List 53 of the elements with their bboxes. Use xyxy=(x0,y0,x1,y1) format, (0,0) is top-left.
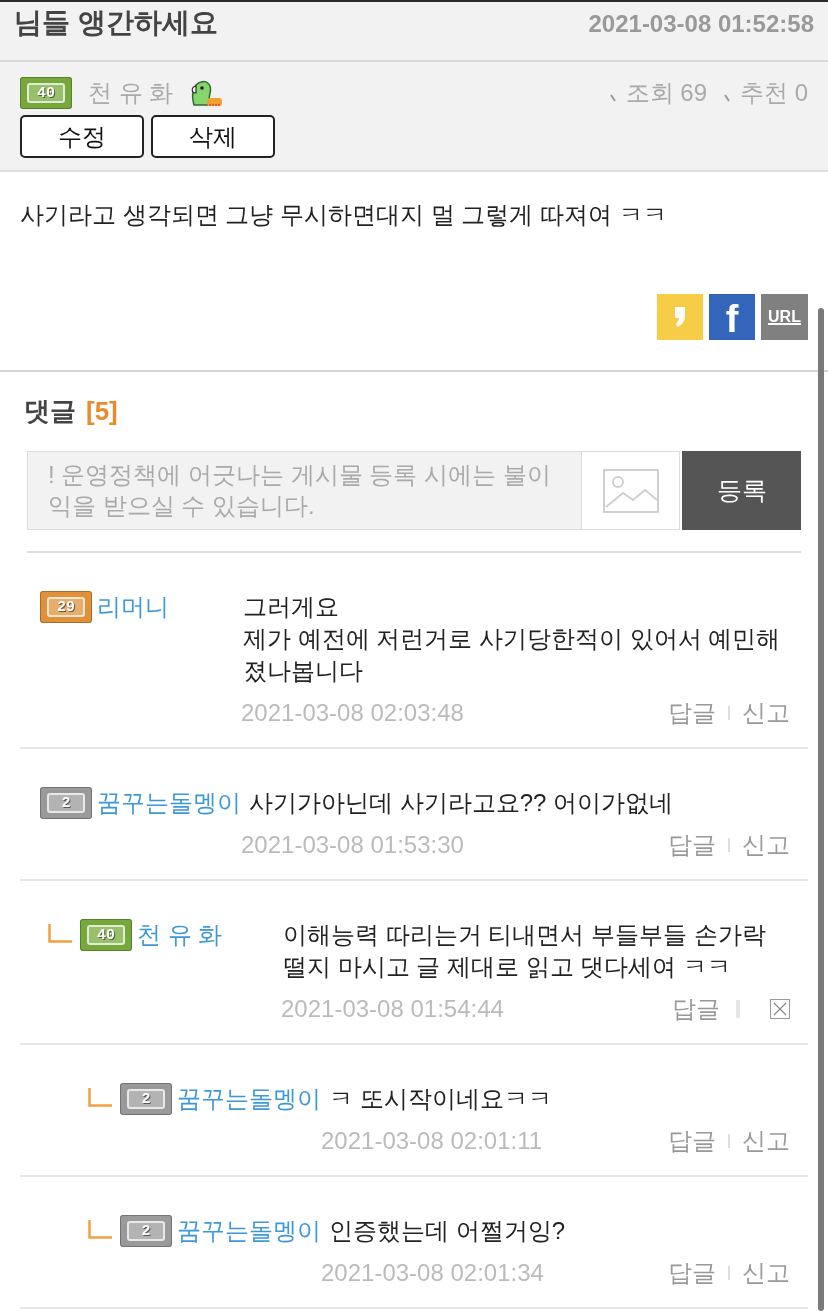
image-icon xyxy=(602,468,659,513)
author-name[interactable]: 천 유 화 xyxy=(137,919,223,951)
comment-input[interactable]: ! 운영정책에 어긋나는 게시물 등록 시에는 불이익을 받으실 수 있습니다. xyxy=(27,451,583,530)
comment-text: 이해능력 따리는거 티내면서 부들부들 손가락 떨지 마시고 글 제대로 읽고 댓다세여 ㅋㅋ xyxy=(283,920,767,982)
edit-button[interactable]: 수정 xyxy=(20,115,144,158)
reply-link[interactable]: 답글 xyxy=(668,1125,716,1157)
report-link[interactable]: 신고 xyxy=(742,1125,790,1157)
author-name[interactable]: 꿈꾸는돌멩이 xyxy=(177,1083,321,1115)
scrollbar[interactable] xyxy=(818,308,824,1311)
reply-link[interactable]: 답글 xyxy=(668,829,716,861)
stat-label: 추천 0 xyxy=(740,78,808,108)
author-name[interactable]: 리머니 xyxy=(97,591,169,623)
comment-date: 2021-03-08 02:01:34 xyxy=(321,1258,544,1288)
reply-link[interactable]: 답글 xyxy=(668,1257,716,1289)
image-upload-button[interactable] xyxy=(582,451,681,530)
comment-date: 2021-03-08 01:53:30 xyxy=(241,830,464,860)
comments-title: 댓글 xyxy=(24,394,76,428)
comment-date: 2021-03-08 01:54:44 xyxy=(281,994,504,1024)
delete-button[interactable]: 삭제 xyxy=(151,115,275,158)
facebook-button[interactable]: f xyxy=(709,294,755,340)
bullet-icon xyxy=(724,94,730,102)
submit-button[interactable]: 등록 xyxy=(682,451,801,530)
share-button[interactable] xyxy=(657,294,703,340)
stat-label: 조회 69 xyxy=(625,78,707,108)
report-link[interactable]: 신고 xyxy=(742,829,790,861)
bullet-icon xyxy=(609,94,616,102)
author-name[interactable]: 꿈꾸는돌멩이 xyxy=(97,787,241,819)
close-icon[interactable] xyxy=(770,999,790,1019)
url-button[interactable]: URL xyxy=(761,294,808,340)
bird-icon xyxy=(189,78,224,108)
level-badge: 2 xyxy=(40,787,92,819)
level-badge: 2 xyxy=(120,1215,172,1247)
reply-link[interactable]: 답글 xyxy=(668,697,716,729)
comment-text: 인증했는데 어쩔거잉? xyxy=(329,1216,566,1246)
comment-text: 그러게요 제가 예전에 저런거로 사기당한적이 있어서 예민해졌나봅니다 xyxy=(243,592,782,686)
level-badge: 40 xyxy=(20,77,72,109)
comment-date: 2021-03-08 02:03:48 xyxy=(241,698,464,728)
post-body: 사기라고 생각되면 그냥 무시하면대지 멀 그렇게 따져여 ㅋㅋ xyxy=(20,200,668,230)
comment-text: 사기가아닌데 사기라고요?? 어이가없네 xyxy=(249,788,675,818)
report-link[interactable]: 신고 xyxy=(742,1257,790,1289)
reply-link[interactable]: 답글 xyxy=(672,993,720,1025)
post-date: 2021-03-08 01:52:58 xyxy=(588,9,814,39)
level-badge: 2 xyxy=(120,1083,172,1115)
level-badge: 29 xyxy=(40,591,92,623)
post-title: 님들 앵간하세요 xyxy=(14,6,218,40)
comment-count: [5] xyxy=(86,394,118,428)
author-name[interactable]: 천 유 화 xyxy=(88,77,174,109)
comment-date: 2021-03-08 02:01:11 xyxy=(321,1126,543,1156)
comment-text: ㅋ 또시작이네요ㅋㅋ xyxy=(329,1084,553,1114)
comma-icon xyxy=(674,307,686,327)
report-link[interactable]: 신고 xyxy=(742,697,790,729)
author-name[interactable]: 꿈꾸는돌멩이 xyxy=(177,1215,321,1247)
level-badge: 40 xyxy=(80,919,132,951)
